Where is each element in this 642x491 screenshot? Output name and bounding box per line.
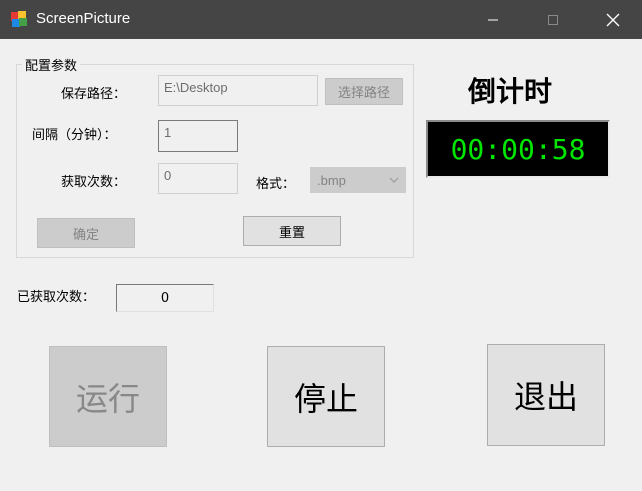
maximize-icon [548, 15, 558, 25]
capture-count-field[interactable]: 0 [158, 163, 238, 194]
exit-button[interactable]: 退出 [487, 344, 605, 446]
capture-count-label: 获取次数： [61, 175, 127, 190]
interval-label: 间隔（分钟）： [32, 128, 117, 143]
format-select[interactable]: .bmp [310, 167, 406, 193]
run-button[interactable]: 运行 [49, 346, 167, 447]
confirm-button[interactable]: 确定 [37, 218, 135, 248]
format-label: 格式： [256, 177, 296, 192]
choose-path-button[interactable]: 选择路径 [325, 78, 403, 105]
minimize-icon [488, 19, 498, 21]
title-bar: ScreenPicture [0, 0, 642, 39]
reset-button[interactable]: 重置 [243, 216, 341, 246]
captured-count-value: 0 [116, 284, 214, 312]
maximize-button[interactable] [530, 0, 576, 39]
interval-field[interactable]: 1 [158, 120, 238, 152]
window-title: ScreenPicture [36, 10, 131, 27]
countdown-display: 00:00:58 [426, 120, 610, 178]
close-icon [606, 13, 620, 27]
minimize-button[interactable] [470, 0, 516, 39]
close-button[interactable] [590, 0, 636, 39]
stop-button[interactable]: 停止 [267, 346, 385, 447]
chevron-down-icon [389, 177, 399, 183]
config-group-title: 配置参数 [22, 55, 81, 74]
format-select-value: .bmp [317, 173, 346, 188]
app-icon [11, 11, 27, 27]
save-path-label: 保存路径： [61, 87, 127, 102]
countdown-title: 倒计时 [468, 75, 553, 108]
captured-count-label: 已获取次数： [17, 290, 96, 305]
save-path-field[interactable]: E:\Desktop [158, 75, 318, 106]
